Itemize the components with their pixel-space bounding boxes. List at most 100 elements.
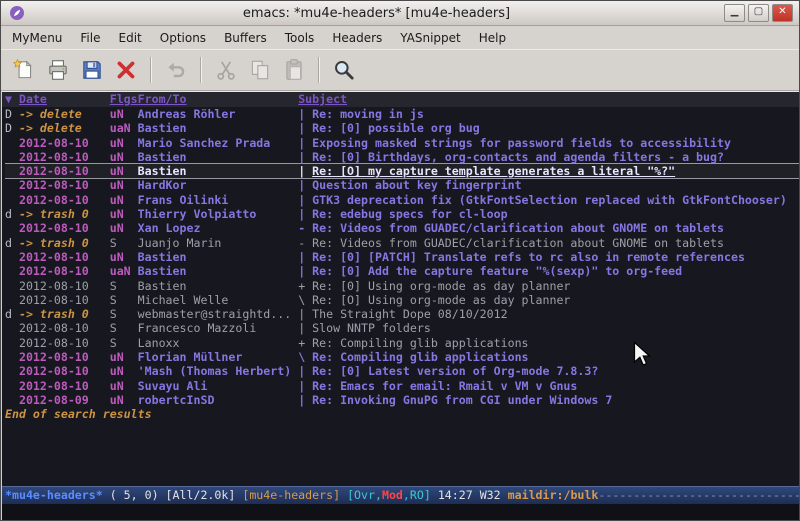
date-cell: 2012-08-10: [19, 293, 110, 307]
column-header-date[interactable]: Date: [19, 92, 47, 106]
close-button[interactable]: [109, 54, 143, 86]
menu-item-edit[interactable]: Edit: [110, 28, 151, 48]
thread-indicator: |: [298, 321, 312, 335]
message-row[interactable]: 2012-08-10 S Michael Welle \ Re: [O] Usi…: [5, 293, 799, 307]
from-cell: Bastien: [138, 164, 299, 178]
subject-cell: Re: Emacs for email: Rmail v VM v Gnus: [312, 379, 577, 393]
mark-cell: D: [5, 107, 19, 121]
message-row[interactable]: 2012-08-10 S Bastien + Re: [0] Using org…: [5, 279, 799, 293]
message-row[interactable]: 2012-08-10 uN Xan Lopez - Re: Videos fro…: [5, 221, 799, 235]
close-icon: [114, 58, 138, 82]
date-cell: 2012-08-10: [19, 178, 110, 192]
message-row[interactable]: 2012-08-10 S Francesco Mazzoli | Slow NN…: [5, 321, 799, 335]
message-row[interactable]: d -> trash 0 S webmaster@straightd... | …: [5, 307, 799, 321]
mu4e-headers-buffer: ▼ Date FlgsFrom/To Subject D -> delete u…: [1, 91, 799, 520]
window-buttons: ▁ ▢ ✕: [724, 4, 793, 22]
from-cell: HardKor: [138, 178, 299, 192]
toolbar-separator: [318, 57, 320, 83]
date-cell: 2012-08-10: [19, 321, 110, 335]
modeline-segment-plain: ( 5, 0) [All/2.0k]: [103, 488, 243, 502]
flags-cell: uN: [110, 379, 138, 393]
message-row[interactable]: 2012-08-09 uN robertcInSD | Re: Invoking…: [5, 393, 799, 407]
new-file-button[interactable]: [7, 54, 41, 86]
message-row[interactable]: 2012-08-10 uN Florian Müllner \ Re: Comp…: [5, 350, 799, 364]
mark-cell: [5, 193, 19, 207]
message-row[interactable]: 2012-08-10 uN Bastien | Re: [O] my captu…: [5, 163, 799, 179]
column-header-subject[interactable]: Subject: [298, 92, 347, 106]
menu-item-options[interactable]: Options: [151, 28, 215, 48]
message-row[interactable]: d -> trash 0 uN Thierry Volpiatto | Re: …: [5, 207, 799, 221]
from-cell: Florian Müllner: [138, 350, 299, 364]
menu-item-tools[interactable]: Tools: [276, 28, 324, 48]
message-row[interactable]: 2012-08-10 uN Mario Sanchez Prada | Expo…: [5, 136, 799, 150]
message-row[interactable]: D -> delete uN Andreas Röhler | Re: movi…: [5, 107, 799, 121]
column-header-from[interactable]: From/To: [138, 92, 187, 106]
column-header-flags[interactable]: Flgs: [110, 92, 138, 106]
subject-cell: The Straight Dope 08/10/2012: [312, 307, 507, 321]
message-row[interactable]: 2012-08-10 uN Frans Oilinki | GTK3 depre…: [5, 193, 799, 207]
message-row[interactable]: 2012-08-10 uN 'Mash (Thomas Herbert) | R…: [5, 364, 799, 378]
menu-item-buffers[interactable]: Buffers: [215, 28, 276, 48]
modeline-segment-red: Mod: [382, 488, 403, 502]
thread-indicator: |: [298, 379, 312, 393]
from-cell: Bastien: [138, 150, 299, 164]
menu-item-file[interactable]: File: [71, 28, 109, 48]
subject-cell: Re: [O] Using org-mode as day planner: [312, 293, 570, 307]
maximize-button[interactable]: ▢: [748, 4, 769, 22]
flags-cell: uN: [110, 150, 138, 164]
save-button[interactable]: [75, 54, 109, 86]
copy-button: [243, 54, 277, 86]
save-icon: [80, 58, 104, 82]
modeline-segment-orange: [mu4e-headers]: [242, 488, 340, 502]
message-row[interactable]: D -> delete uaN Bastien | Re: [0] possib…: [5, 121, 799, 135]
message-row[interactable]: 2012-08-10 S Lanoxx + Re: Compiling glib…: [5, 336, 799, 350]
minimize-button[interactable]: ▁: [724, 4, 745, 22]
from-cell: webmaster@straightd...: [138, 307, 299, 321]
close-button[interactable]: ✕: [772, 4, 793, 22]
print-button[interactable]: [41, 54, 75, 86]
thread-indicator: |: [298, 107, 312, 121]
flags-cell: uN: [110, 164, 138, 178]
thread-indicator: |: [298, 364, 312, 378]
flags-cell: S: [110, 321, 138, 335]
mark-cell: [5, 350, 19, 364]
mark-cell: [5, 136, 19, 150]
subject-cell: Re: Videos from GUADEC/clarification abo…: [312, 221, 724, 235]
from-cell: Bastien: [138, 121, 299, 135]
paste-button: [277, 54, 311, 86]
message-row[interactable]: 2012-08-10 uN Suvayu Ali | Re: Emacs for…: [5, 379, 799, 393]
empty-area: [2, 422, 799, 486]
menu-item-mymenu[interactable]: MyMenu: [3, 28, 71, 48]
undo-button: [159, 54, 193, 86]
flags-cell: uN: [110, 207, 138, 221]
thread-indicator: |: [298, 207, 312, 221]
mark-cell: d: [5, 307, 19, 321]
date-cell: 2012-08-10: [19, 279, 110, 293]
flags-cell: uN: [110, 193, 138, 207]
subject-cell: Exposing masked strings for password fie…: [312, 136, 731, 150]
search-button[interactable]: [327, 54, 361, 86]
message-row[interactable]: 2012-08-10 uN HardKor | Question about k…: [5, 178, 799, 192]
date-cell: 2012-08-10: [19, 164, 110, 178]
subject-cell: Re: Invoking GnuPG from CGI under Window…: [312, 393, 612, 407]
menu-item-headers[interactable]: Headers: [323, 28, 391, 48]
flags-cell: uN: [110, 364, 138, 378]
date-cell: 2012-08-10: [19, 364, 110, 378]
modeline-segment-cyan: ,RO]: [403, 488, 431, 502]
message-row[interactable]: 2012-08-10 uaN Bastien | Re: [0] Add the…: [5, 264, 799, 278]
print-icon: [46, 58, 70, 82]
subject-cell: Re: [0] Add the capture feature "%(sexp)…: [312, 264, 682, 278]
message-row[interactable]: 2012-08-10 uN Bastien | Re: [0] Birthday…: [5, 150, 799, 164]
cut-button: [209, 54, 243, 86]
menu-item-yasnippet[interactable]: YASnippet: [391, 28, 470, 48]
message-row[interactable]: d -> trash 0 S Juanjo Marin - Re: Videos…: [5, 236, 799, 250]
menu-item-help[interactable]: Help: [470, 28, 515, 48]
flags-cell: uN: [110, 178, 138, 192]
end-of-results: End of search results: [2, 407, 799, 421]
mark-cell: [5, 264, 19, 278]
date-cell: 2012-08-10: [19, 336, 110, 350]
thread-indicator: |: [298, 250, 312, 264]
thread-indicator: |: [298, 393, 312, 407]
message-row[interactable]: 2012-08-10 uN Bastien | Re: [0] [PATCH] …: [5, 250, 799, 264]
mode-line: *mu4e-headers* ( 5, 0) [All/2.0k] [mu4e-…: [2, 486, 799, 504]
